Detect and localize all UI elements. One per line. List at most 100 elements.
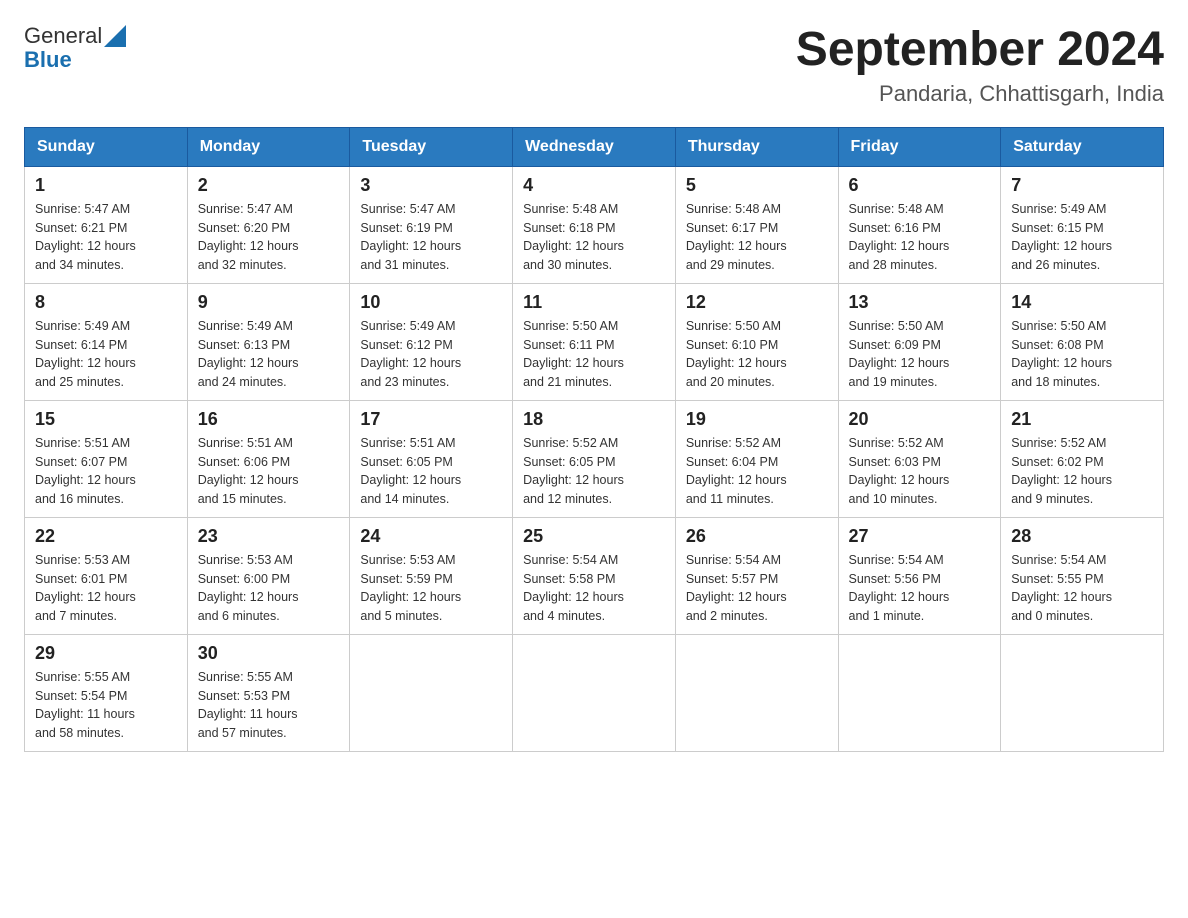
- day-info: Sunrise: 5:48 AMSunset: 6:17 PMDaylight:…: [686, 200, 828, 275]
- day-number: 19: [686, 409, 828, 430]
- week-row-1: 1 Sunrise: 5:47 AMSunset: 6:21 PMDayligh…: [25, 166, 1164, 283]
- day-info: Sunrise: 5:49 AMSunset: 6:12 PMDaylight:…: [360, 317, 502, 392]
- logo-general-text: General: [24, 24, 102, 48]
- day-info: Sunrise: 5:54 AMSunset: 5:56 PMDaylight:…: [849, 551, 991, 626]
- day-number: 12: [686, 292, 828, 313]
- day-number: 10: [360, 292, 502, 313]
- day-info: Sunrise: 5:52 AMSunset: 6:05 PMDaylight:…: [523, 434, 665, 509]
- day-number: 15: [35, 409, 177, 430]
- day-info: Sunrise: 5:48 AMSunset: 6:16 PMDaylight:…: [849, 200, 991, 275]
- day-number: 28: [1011, 526, 1153, 547]
- day-cell: 2 Sunrise: 5:47 AMSunset: 6:20 PMDayligh…: [187, 166, 350, 283]
- day-info: Sunrise: 5:51 AMSunset: 6:06 PMDaylight:…: [198, 434, 340, 509]
- day-cell: 21 Sunrise: 5:52 AMSunset: 6:02 PMDaylig…: [1001, 400, 1164, 517]
- day-info: Sunrise: 5:53 AMSunset: 6:00 PMDaylight:…: [198, 551, 340, 626]
- week-row-2: 8 Sunrise: 5:49 AMSunset: 6:14 PMDayligh…: [25, 283, 1164, 400]
- week-row-5: 29 Sunrise: 5:55 AMSunset: 5:54 PMDaylig…: [25, 634, 1164, 751]
- day-info: Sunrise: 5:54 AMSunset: 5:57 PMDaylight:…: [686, 551, 828, 626]
- day-info: Sunrise: 5:55 AMSunset: 5:54 PMDaylight:…: [35, 668, 177, 743]
- header-saturday: Saturday: [1001, 127, 1164, 166]
- day-info: Sunrise: 5:47 AMSunset: 6:20 PMDaylight:…: [198, 200, 340, 275]
- header-wednesday: Wednesday: [513, 127, 676, 166]
- day-cell: 29 Sunrise: 5:55 AMSunset: 5:54 PMDaylig…: [25, 634, 188, 751]
- day-cell: 6 Sunrise: 5:48 AMSunset: 6:16 PMDayligh…: [838, 166, 1001, 283]
- day-number: 4: [523, 175, 665, 196]
- day-number: 8: [35, 292, 177, 313]
- day-info: Sunrise: 5:47 AMSunset: 6:19 PMDaylight:…: [360, 200, 502, 275]
- day-cell: 1 Sunrise: 5:47 AMSunset: 6:21 PMDayligh…: [25, 166, 188, 283]
- day-cell: 13 Sunrise: 5:50 AMSunset: 6:09 PMDaylig…: [838, 283, 1001, 400]
- calendar-table: SundayMondayTuesdayWednesdayThursdayFrid…: [24, 127, 1164, 752]
- day-cell: 3 Sunrise: 5:47 AMSunset: 6:19 PMDayligh…: [350, 166, 513, 283]
- day-info: Sunrise: 5:52 AMSunset: 6:04 PMDaylight:…: [686, 434, 828, 509]
- week-row-3: 15 Sunrise: 5:51 AMSunset: 6:07 PMDaylig…: [25, 400, 1164, 517]
- day-cell: 9 Sunrise: 5:49 AMSunset: 6:13 PMDayligh…: [187, 283, 350, 400]
- day-cell: 20 Sunrise: 5:52 AMSunset: 6:03 PMDaylig…: [838, 400, 1001, 517]
- day-cell: 16 Sunrise: 5:51 AMSunset: 6:06 PMDaylig…: [187, 400, 350, 517]
- day-cell: 27 Sunrise: 5:54 AMSunset: 5:56 PMDaylig…: [838, 517, 1001, 634]
- day-number: 7: [1011, 175, 1153, 196]
- day-cell: 12 Sunrise: 5:50 AMSunset: 6:10 PMDaylig…: [675, 283, 838, 400]
- header-friday: Friday: [838, 127, 1001, 166]
- day-cell: 19 Sunrise: 5:52 AMSunset: 6:04 PMDaylig…: [675, 400, 838, 517]
- day-cell: [513, 634, 676, 751]
- day-number: 11: [523, 292, 665, 313]
- day-number: 26: [686, 526, 828, 547]
- day-number: 13: [849, 292, 991, 313]
- logo-blue-text: Blue: [24, 48, 126, 72]
- day-info: Sunrise: 5:50 AMSunset: 6:10 PMDaylight:…: [686, 317, 828, 392]
- day-cell: 15 Sunrise: 5:51 AMSunset: 6:07 PMDaylig…: [25, 400, 188, 517]
- day-number: 5: [686, 175, 828, 196]
- day-number: 14: [1011, 292, 1153, 313]
- header-thursday: Thursday: [675, 127, 838, 166]
- logo: General Blue: [24, 24, 126, 72]
- header-row: SundayMondayTuesdayWednesdayThursdayFrid…: [25, 127, 1164, 166]
- day-cell: 24 Sunrise: 5:53 AMSunset: 5:59 PMDaylig…: [350, 517, 513, 634]
- day-info: Sunrise: 5:51 AMSunset: 6:07 PMDaylight:…: [35, 434, 177, 509]
- day-number: 29: [35, 643, 177, 664]
- week-row-4: 22 Sunrise: 5:53 AMSunset: 6:01 PMDaylig…: [25, 517, 1164, 634]
- day-cell: 5 Sunrise: 5:48 AMSunset: 6:17 PMDayligh…: [675, 166, 838, 283]
- logo-triangle-icon: [104, 25, 126, 47]
- calendar-subtitle: Pandaria, Chhattisgarh, India: [796, 81, 1164, 107]
- day-number: 24: [360, 526, 502, 547]
- day-info: Sunrise: 5:50 AMSunset: 6:08 PMDaylight:…: [1011, 317, 1153, 392]
- day-number: 21: [1011, 409, 1153, 430]
- day-info: Sunrise: 5:54 AMSunset: 5:55 PMDaylight:…: [1011, 551, 1153, 626]
- day-info: Sunrise: 5:48 AMSunset: 6:18 PMDaylight:…: [523, 200, 665, 275]
- day-info: Sunrise: 5:49 AMSunset: 6:13 PMDaylight:…: [198, 317, 340, 392]
- day-info: Sunrise: 5:47 AMSunset: 6:21 PMDaylight:…: [35, 200, 177, 275]
- header-tuesday: Tuesday: [350, 127, 513, 166]
- day-number: 17: [360, 409, 502, 430]
- day-cell: 30 Sunrise: 5:55 AMSunset: 5:53 PMDaylig…: [187, 634, 350, 751]
- day-info: Sunrise: 5:53 AMSunset: 6:01 PMDaylight:…: [35, 551, 177, 626]
- day-number: 23: [198, 526, 340, 547]
- day-number: 2: [198, 175, 340, 196]
- day-cell: 11 Sunrise: 5:50 AMSunset: 6:11 PMDaylig…: [513, 283, 676, 400]
- day-cell: 7 Sunrise: 5:49 AMSunset: 6:15 PMDayligh…: [1001, 166, 1164, 283]
- day-number: 16: [198, 409, 340, 430]
- day-cell: 10 Sunrise: 5:49 AMSunset: 6:12 PMDaylig…: [350, 283, 513, 400]
- day-cell: 17 Sunrise: 5:51 AMSunset: 6:05 PMDaylig…: [350, 400, 513, 517]
- day-cell: 23 Sunrise: 5:53 AMSunset: 6:00 PMDaylig…: [187, 517, 350, 634]
- day-cell: [1001, 634, 1164, 751]
- day-cell: 14 Sunrise: 5:50 AMSunset: 6:08 PMDaylig…: [1001, 283, 1164, 400]
- day-number: 6: [849, 175, 991, 196]
- day-info: Sunrise: 5:54 AMSunset: 5:58 PMDaylight:…: [523, 551, 665, 626]
- day-info: Sunrise: 5:52 AMSunset: 6:03 PMDaylight:…: [849, 434, 991, 509]
- day-cell: 26 Sunrise: 5:54 AMSunset: 5:57 PMDaylig…: [675, 517, 838, 634]
- title-section: September 2024 Pandaria, Chhattisgarh, I…: [796, 24, 1164, 107]
- day-cell: 4 Sunrise: 5:48 AMSunset: 6:18 PMDayligh…: [513, 166, 676, 283]
- day-cell: 25 Sunrise: 5:54 AMSunset: 5:58 PMDaylig…: [513, 517, 676, 634]
- day-number: 30: [198, 643, 340, 664]
- day-info: Sunrise: 5:49 AMSunset: 6:14 PMDaylight:…: [35, 317, 177, 392]
- day-cell: 28 Sunrise: 5:54 AMSunset: 5:55 PMDaylig…: [1001, 517, 1164, 634]
- day-cell: [675, 634, 838, 751]
- page-header: General Blue September 2024 Pandaria, Ch…: [24, 24, 1164, 107]
- day-info: Sunrise: 5:53 AMSunset: 5:59 PMDaylight:…: [360, 551, 502, 626]
- day-cell: 22 Sunrise: 5:53 AMSunset: 6:01 PMDaylig…: [25, 517, 188, 634]
- day-number: 25: [523, 526, 665, 547]
- day-info: Sunrise: 5:52 AMSunset: 6:02 PMDaylight:…: [1011, 434, 1153, 509]
- day-cell: [838, 634, 1001, 751]
- day-cell: 18 Sunrise: 5:52 AMSunset: 6:05 PMDaylig…: [513, 400, 676, 517]
